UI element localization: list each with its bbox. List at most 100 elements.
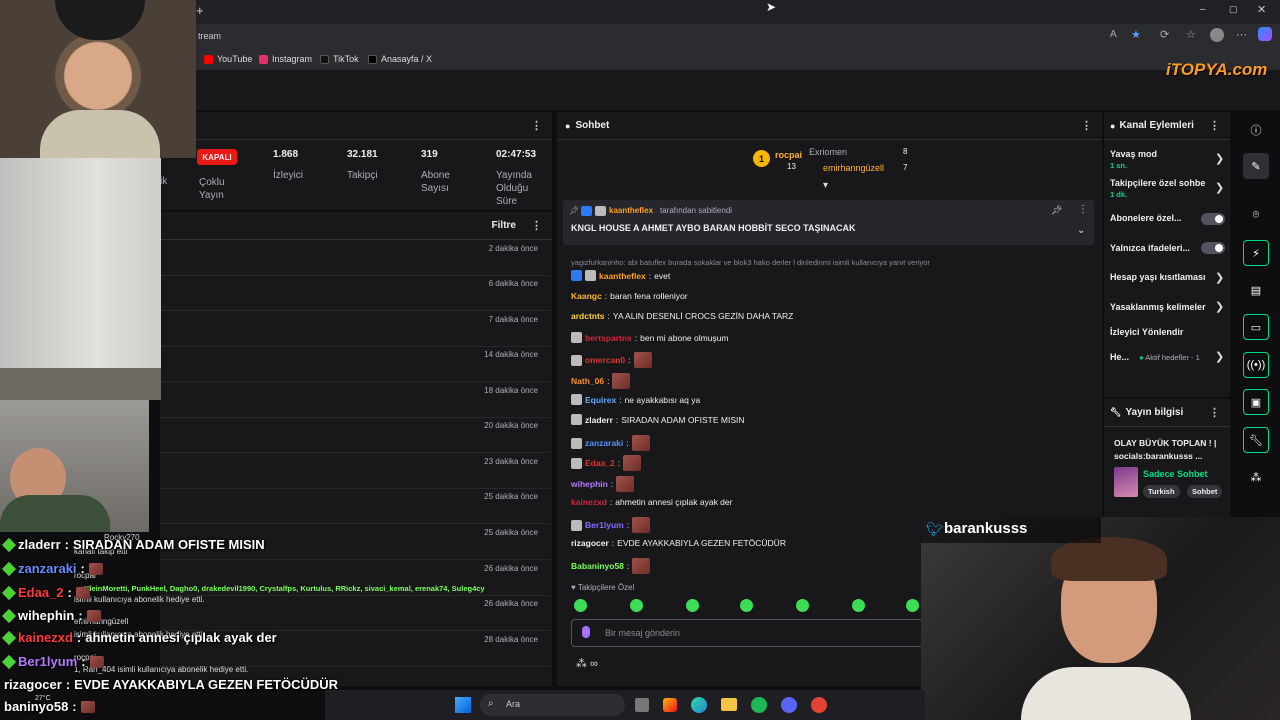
action-slow-mode[interactable]: Yavaş mod 1 sn. (1110, 149, 1157, 170)
chevron-right-icon[interactable]: ❯ (1215, 181, 1224, 194)
pinned-more-icon[interactable]: ⋮ (1078, 204, 1088, 215)
emote-icon[interactable] (632, 517, 651, 533)
extensions-icon[interactable]: ⟳ (1160, 28, 1169, 41)
activity-row[interactable]: 7 dakika önce (160, 311, 550, 347)
chat-username[interactable]: ardctnts (571, 311, 605, 321)
emote-icon[interactable] (630, 599, 643, 612)
chat-username[interactable]: kaantheflex (599, 271, 646, 281)
activity-more-icon[interactable]: ⋮ (531, 219, 542, 232)
activity-row[interactable]: 23 dakika önce (160, 453, 550, 489)
microphone-icon[interactable] (582, 626, 590, 638)
chat-username[interactable]: Ber1lyum (585, 520, 624, 530)
emote-icon[interactable] (633, 352, 652, 368)
emote-icon[interactable] (740, 599, 753, 612)
leaderboard-expand-icon[interactable]: ▾ (823, 180, 828, 191)
activity-row[interactable]: 20 dakika önce (160, 417, 550, 453)
spotify-icon[interactable] (751, 697, 767, 713)
chevron-right-icon[interactable]: ❯ (1215, 271, 1224, 284)
copilot-icon[interactable] (1258, 27, 1272, 41)
emote-icon[interactable] (574, 599, 587, 612)
edge-icon[interactable] (691, 697, 707, 713)
bookmark-tiktok[interactable]: TikTok (320, 54, 359, 64)
favorites-icon[interactable]: ☆ (1186, 28, 1196, 41)
stream-info-more-icon[interactable]: ⋮ (1209, 406, 1220, 419)
activity-row[interactable]: 14 dakika önce (160, 346, 550, 382)
action-followers-only[interactable]: Takipçilere özel sohbe 1 dk. (1110, 178, 1205, 199)
action-banned-words[interactable]: Yasaklanmış kelimeler (1110, 302, 1206, 312)
tag-turkish[interactable]: Turkish (1143, 485, 1180, 498)
chat-username[interactable]: zanzaraki (585, 438, 623, 448)
pinned-by-user[interactable]: kaantheflex (609, 206, 653, 215)
bookmark-youtube[interactable]: YouTube (204, 54, 252, 64)
channel-points-icon[interactable]: ⁂ ∞ (576, 657, 598, 670)
chat-more-icon[interactable]: ⋮ (1081, 119, 1092, 132)
subscribers-only-toggle[interactable] (1201, 213, 1225, 225)
task-view-icon[interactable] (635, 698, 649, 712)
emote-icon[interactable] (616, 476, 635, 492)
more-menu-icon[interactable]: ⋯ (1236, 28, 1247, 41)
favorite-star-icon[interactable]: ★ (1131, 28, 1141, 41)
chat-username[interactable]: Edaa_2 (585, 458, 615, 468)
document-icon[interactable]: ▤ (1243, 277, 1269, 303)
activity-row[interactable]: 6 dakika önce (160, 275, 550, 311)
chat-username[interactable]: wihephin (571, 479, 608, 489)
profile-avatar[interactable] (1210, 28, 1224, 42)
activity-row[interactable]: 26 dakika önce (160, 595, 550, 631)
chat-username[interactable]: Nath_06 (571, 376, 604, 386)
discord-icon[interactable] (781, 697, 797, 713)
chat-input[interactable]: Bir mesaj gönderin (571, 619, 931, 647)
stream-category[interactable]: Sadece Sohbet (1143, 469, 1208, 479)
emote-icon[interactable] (632, 558, 651, 574)
action-goals[interactable]: He... (1110, 352, 1129, 362)
activity-row[interactable]: 2 dakika önce (160, 240, 550, 276)
camera-icon[interactable]: ⌾ (1243, 202, 1269, 228)
wrench-icon[interactable]: 🔧︎ (1243, 427, 1269, 453)
pinned-collapse-icon[interactable]: ⌄ (1077, 225, 1085, 236)
channel-actions-more-icon[interactable]: ⋮ (1209, 119, 1220, 132)
activity-row[interactable]: 18 dakika önce (160, 382, 550, 418)
taskbar-search[interactable]: ⌕ Ara (480, 694, 625, 716)
info-icon[interactable]: ⓘ (1243, 117, 1269, 143)
emote-icon[interactable] (623, 455, 642, 471)
stream-title[interactable]: OLAY BÜYÜK TOPLAN ! | socials:barankusss… (1114, 437, 1226, 463)
edit-icon[interactable]: ✎ (1243, 153, 1269, 179)
chat-username[interactable]: zladerr (585, 415, 613, 425)
multi-stream-label[interactable]: Çoklu Yayın (199, 176, 239, 202)
filter-button[interactable]: Filtre (492, 220, 516, 231)
emote-icon[interactable] (906, 599, 919, 612)
bookmark-x[interactable]: Anasayfa / X (368, 54, 432, 64)
emote-icon[interactable] (852, 599, 865, 612)
action-account-age[interactable]: Hesap yaşı kısıtlaması (1110, 272, 1206, 282)
new-tab-button[interactable]: + (196, 3, 204, 18)
file-explorer-icon[interactable] (721, 698, 737, 711)
emotes-only-toggle[interactable] (1201, 242, 1225, 254)
chevron-right-icon[interactable]: ❯ (1215, 300, 1224, 313)
leaderboard-user-2[interactable]: Exriomen (809, 147, 847, 157)
close-window-button[interactable]: ✕ (1257, 3, 1266, 16)
minimize-button[interactable]: – (1200, 4, 1206, 15)
chat-username[interactable]: rizagocer (571, 538, 609, 548)
category-thumbnail[interactable] (1114, 467, 1138, 497)
bookmark-instagram[interactable]: Instagram (259, 54, 312, 64)
tag-sohbet[interactable]: Sohbet (1187, 485, 1223, 498)
read-aloud-icon[interactable]: A (1110, 29, 1117, 40)
app-icon[interactable] (811, 697, 827, 713)
chat-username[interactable]: Kaangc (571, 291, 602, 301)
emote-icon[interactable] (796, 599, 809, 612)
unpin-icon[interactable]: 📌︎ (1051, 205, 1062, 216)
emote-icon[interactable] (686, 599, 699, 612)
leaderboard-user-3[interactable]: emirhanngüzell (823, 163, 884, 173)
broadcast-icon[interactable]: ((•)) (1243, 352, 1269, 378)
lightning-icon[interactable]: ⚡︎ (1243, 240, 1269, 266)
layout-icon[interactable]: ▣ (1243, 389, 1269, 415)
emote-icon[interactable] (612, 373, 631, 389)
stats-more-icon[interactable]: ⋮ (531, 119, 542, 132)
chat-username[interactable]: kainezxd (571, 497, 607, 507)
chat-icon[interactable]: ▭ (1243, 314, 1269, 340)
chat-username[interactable]: bertspartns (585, 333, 632, 343)
activity-row[interactable]: 25 dakika önce (160, 488, 550, 524)
chevron-right-icon[interactable]: ❯ (1215, 350, 1224, 363)
chat-username[interactable]: Babaninyo58 (571, 561, 624, 571)
leaderboard-top-user[interactable]: rocpai (775, 150, 802, 160)
copilot-app-icon[interactable] (663, 698, 677, 712)
